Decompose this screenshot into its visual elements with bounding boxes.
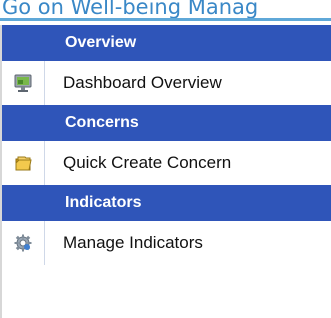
folder-icon (15, 156, 32, 171)
section-header-label: Concerns (65, 114, 139, 131)
gear-icon (14, 234, 32, 252)
menu-item-label: Manage Indicators (63, 233, 203, 252)
menu-item-icon-cell (2, 221, 45, 265)
section-header-concerns: Concerns (2, 105, 331, 141)
side-menu: Overview Dashboard Overview Concerns Qui… (0, 25, 331, 318)
section-header-label: Overview (65, 34, 137, 51)
menu-item-manage-indicators[interactable]: Manage Indicators (2, 221, 331, 265)
section-header-indicators: Indicators (2, 185, 331, 221)
title-underline (0, 18, 331, 21)
section-header-overview: Overview (2, 25, 331, 61)
dashboard-monitor-icon (14, 74, 32, 92)
menu-item-label: Quick Create Concern (63, 153, 232, 172)
menu-item-label: Dashboard Overview (63, 73, 222, 92)
menu-item-quick-create-concern[interactable]: Quick Create Concern (2, 141, 331, 185)
menu-item-dashboard-overview[interactable]: Dashboard Overview (2, 61, 331, 105)
menu-item-icon-cell (2, 61, 45, 105)
page: Go on Well-being Manag Overview Dashboar… (0, 0, 331, 318)
menu-item-icon-cell (2, 141, 45, 185)
section-header-label: Indicators (65, 194, 142, 211)
